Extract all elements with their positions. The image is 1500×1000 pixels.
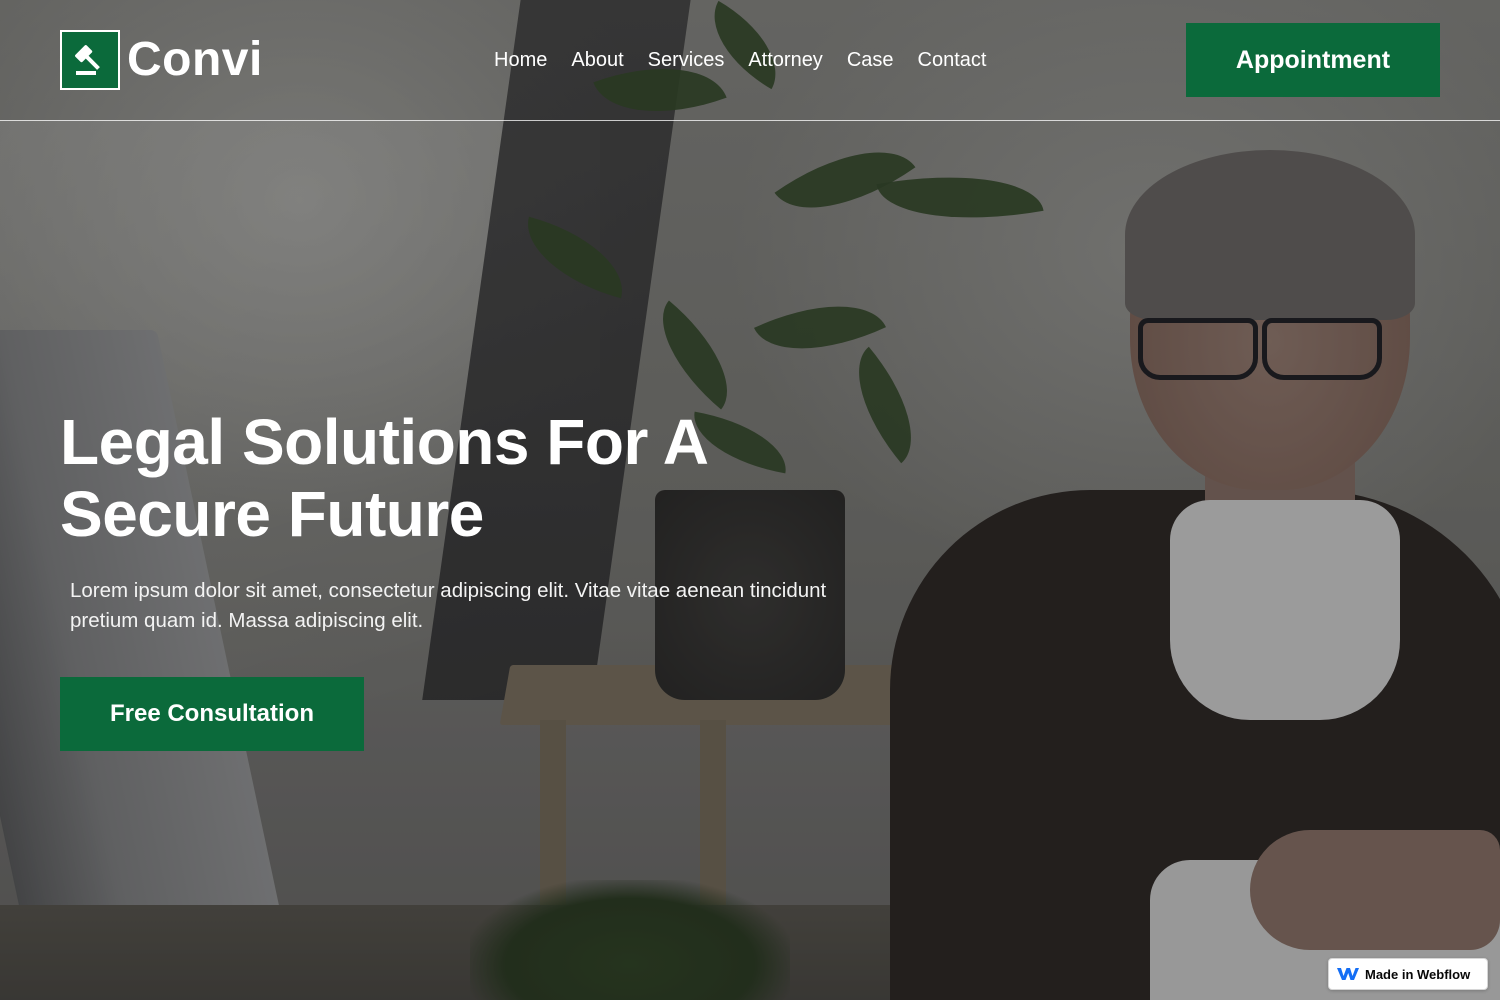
nav-link-services[interactable]: Services [648, 46, 725, 74]
hero-title: Legal Solutions For A Secure Future [60, 406, 780, 550]
nav-link-case[interactable]: Case [847, 46, 894, 74]
nav-link-contact[interactable]: Contact [918, 46, 987, 74]
nav-menu: Home About Services Attorney Case Contac… [494, 46, 1010, 74]
nav-link-home[interactable]: Home [494, 46, 547, 74]
hero-description: Lorem ipsum dolor sit amet, consectetur … [70, 579, 827, 632]
nav-link-attorney[interactable]: Attorney [748, 46, 822, 74]
navbar: Convi Home About Services Attorney Case … [0, 0, 1500, 121]
webflow-icon [1336, 966, 1360, 982]
hero-title-line-1: Legal Solutions For A [60, 406, 709, 478]
made-in-webflow-badge[interactable]: Made in Webflow [1328, 958, 1488, 990]
nav-link-about[interactable]: About [571, 46, 623, 74]
brand-logo[interactable]: Convi [60, 30, 263, 90]
appointment-button[interactable]: Appointment [1186, 23, 1440, 97]
webflow-badge-label: Made in Webflow [1365, 966, 1471, 982]
brand-name: Convi [127, 33, 263, 86]
hero-title-line-2: Secure Future [60, 478, 484, 550]
gavel-icon [60, 30, 120, 90]
free-consultation-button[interactable]: Free Consultation [60, 677, 364, 751]
